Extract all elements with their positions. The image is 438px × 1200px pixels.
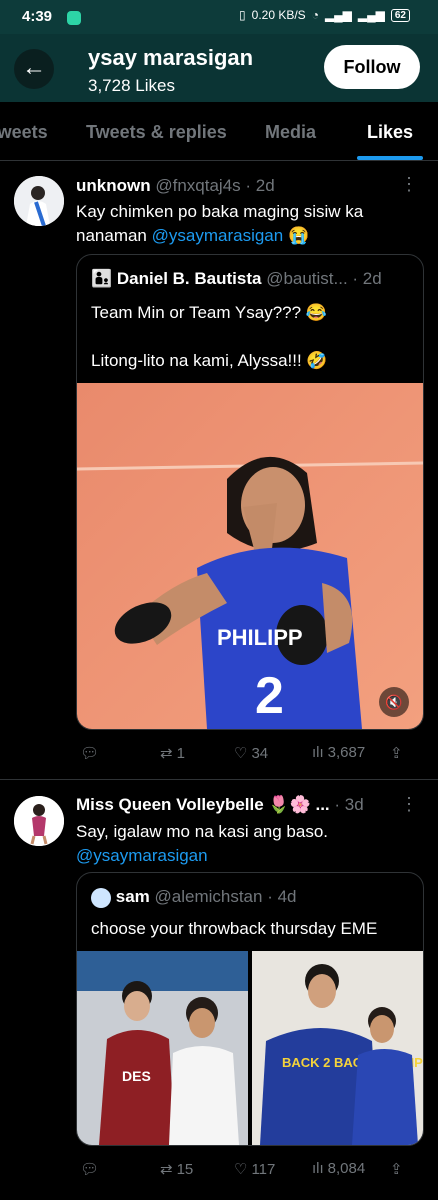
profile-tabs: Tweets Tweets & replies Media Likes [0, 102, 438, 161]
quoted-author-handle: @bautist... · 2d [266, 269, 382, 288]
quoted-avatar: 👨‍👦 [91, 269, 113, 288]
like-count: 117 [251, 1160, 276, 1178]
views-count: 3,687 [327, 744, 366, 761]
reply-icon[interactable]: 💬︎ [80, 1160, 99, 1178]
jersey-number: 2 [255, 667, 284, 725]
profile-header: ← ysay marasigan 3,728 Likes Follow [0, 34, 438, 102]
signal-icon-2: ▂▄▆ [357, 8, 385, 22]
more-options-icon[interactable]: ⋮ [400, 794, 418, 815]
retweet-icon[interactable]: ⇄ [160, 1160, 173, 1178]
status-time: 4:39 [22, 8, 53, 25]
likes-count: 3,728 Likes [88, 76, 175, 95]
quoted-image-1[interactable]: DES [77, 951, 248, 1145]
quoted-author-name: sam [115, 887, 150, 906]
wifi-icon: ◔ [311, 8, 319, 22]
quoted-avatar [91, 887, 111, 908]
share-icon[interactable]: ⇪ [390, 1160, 403, 1178]
like-icon[interactable]: ♡ [234, 744, 247, 762]
tab-tweets[interactable]: Tweets [0, 122, 48, 143]
retweet-icon[interactable]: ⇄ [160, 744, 173, 762]
more-options-icon[interactable]: ⋮ [400, 174, 418, 195]
status-bar: 4:39 ▯ 0.20 KB/S ◔ ▂▄▆ ▂▄▆ 62 [0, 0, 438, 34]
divider [0, 779, 438, 780]
quoted-tweet[interactable]: sam @alemichstan · 4d choose your throwb… [76, 872, 424, 1146]
mute-icon[interactable]: 🔇 [379, 687, 409, 717]
author-name[interactable]: unknown [76, 176, 151, 195]
like-icon[interactable]: ♡ [234, 1160, 247, 1178]
retweet-count: 15 [176, 1160, 194, 1178]
reply-icon[interactable]: 💬︎ [80, 744, 99, 762]
profile-name: ysay marasigan [88, 45, 254, 70]
vibrate-icon: ▯ [239, 8, 246, 22]
tab-tweets-replies[interactable]: Tweets & replies [86, 122, 227, 143]
author-handle: · 3d [334, 795, 364, 814]
avatar[interactable] [14, 176, 64, 226]
quoted-tweet[interactable]: 👨‍👦 Daniel B. Bautista @bautist... · 2d … [76, 254, 424, 730]
active-tab-indicator [357, 156, 423, 160]
quoted-image-2[interactable]: BACK 2 BACK CHAMPIONS [252, 951, 423, 1145]
shirt-text: DES [122, 1068, 151, 1084]
video-thumbnail[interactable]: PHILIPP 2 🔇 [77, 383, 423, 729]
follow-button[interactable]: Follow [324, 45, 420, 89]
like-count: 34 [251, 744, 269, 762]
author-handle: @fnxqtaj4s · 2d [155, 176, 275, 195]
network-speed: 0.20 KB/S [251, 8, 306, 22]
app-notification-icon [67, 11, 81, 25]
tweet-actions: 💬︎ ⇄ 15 ♡ 117 ılı 8,084 ⇪ [76, 1160, 416, 1180]
avatar[interactable] [14, 796, 64, 846]
emoji: 😭 [287, 226, 310, 245]
tab-media[interactable]: Media [265, 122, 316, 143]
tweet-actions: 💬︎ ⇄ 1 ♡ 34 ılı 3,687 ⇪ [76, 744, 416, 764]
signal-icon: ▂▄▆ [324, 8, 352, 22]
jersey-text: PHILIPP [217, 625, 303, 650]
mention-link[interactable]: @ysaymarasigan [152, 226, 284, 245]
tweet-text: Say, igalaw mo na kasi ang baso. @ysayma… [76, 822, 328, 865]
share-icon[interactable]: ⇪ [390, 744, 403, 762]
tab-likes[interactable]: Likes [367, 122, 413, 143]
views-icon: ılı [312, 744, 324, 761]
tweet-text: Kay chimken po baka maging sisiw ka nana… [76, 202, 364, 245]
quoted-author-handle: @alemichstan · 4d [154, 887, 297, 906]
retweet-count: 1 [176, 744, 185, 762]
mention-link[interactable]: @ysaymarasigan [76, 846, 208, 865]
quoted-text-line2: Litong-lito na kami, Alyssa!!! 🤣 [91, 351, 328, 370]
views-icon: ılı [312, 1160, 324, 1177]
arrow-left-icon: ← [22, 54, 46, 81]
back-button[interactable]: ← [14, 49, 54, 89]
author-name[interactable]: Miss Queen Volleybelle 🌷🌸 ... [76, 795, 330, 814]
quoted-text: choose your throwback thursday EME [91, 919, 378, 938]
battery-icon: 62 [390, 8, 410, 22]
views-count: 8,084 [327, 1160, 366, 1177]
quoted-text-line1: Team Min or Team Ysay??? 😂 [91, 303, 327, 322]
quoted-author-name: Daniel B. Bautista [116, 269, 262, 288]
